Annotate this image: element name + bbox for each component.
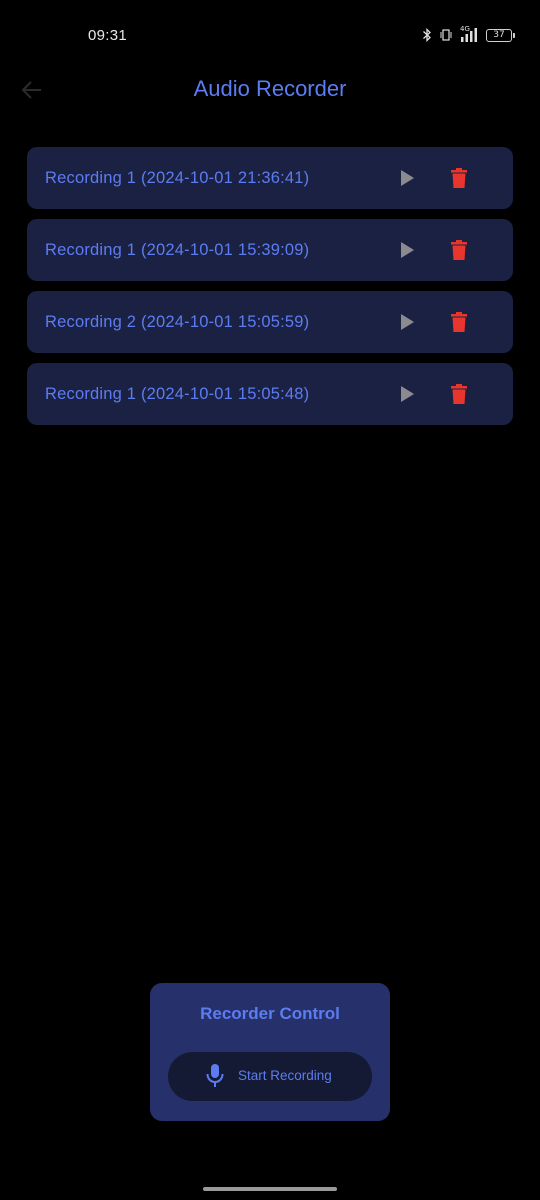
play-icon [401,386,414,402]
play-button[interactable] [391,378,423,410]
list-item[interactable]: Recording 1 (2024-10-01 15:05:48) [27,363,513,425]
play-button[interactable] [391,306,423,338]
bluetooth-icon [422,28,432,42]
page-title: Audio Recorder [193,76,347,101]
start-recording-button[interactable]: Start Recording [168,1052,372,1101]
recorder-control-panel: Recorder Control Start Recording [150,983,390,1121]
delete-button[interactable] [443,162,475,194]
vibrate-icon [440,28,452,42]
play-button[interactable] [391,162,423,194]
list-item[interactable]: Recording 1 (2024-10-01 15:39:09) [27,219,513,281]
play-icon [401,242,414,258]
recordings-list: Recording 1 (2024-10-01 21:36:41) Record… [27,147,513,435]
list-item[interactable]: Recording 2 (2024-10-01 15:05:59) [27,291,513,353]
recording-label: Recording 1 (2024-10-01 15:39:09) [45,241,310,259]
list-item[interactable]: Recording 1 (2024-10-01 21:36:41) [27,147,513,209]
battery-icon: 37 [486,28,515,42]
app-bar: Audio Recorder [0,62,540,118]
start-recording-label: Start Recording [238,1068,332,1083]
recording-label: Recording 1 (2024-10-01 21:36:41) [45,169,310,187]
status-time: 09:31 [88,27,128,44]
play-icon [401,314,414,330]
trash-icon [451,384,467,404]
play-button[interactable] [391,234,423,266]
recording-label: Recording 2 (2024-10-01 15:05:59) [45,313,310,331]
trash-icon [451,168,467,188]
recorder-control-title: Recorder Control [200,1004,340,1023]
delete-button[interactable] [443,306,475,338]
recording-label: Recording 1 (2024-10-01 15:05:48) [45,385,310,403]
trash-icon [451,312,467,332]
microphone-icon [206,1064,224,1087]
delete-button[interactable] [443,234,475,266]
play-icon [401,170,414,186]
network-type-label: 4G [460,25,470,33]
trash-icon [451,240,467,260]
signal-icon: 4G [460,25,478,42]
delete-button[interactable] [443,378,475,410]
battery-level: 37 [493,29,505,40]
home-indicator[interactable] [203,1187,337,1191]
status-icons: 4G 37 [422,25,515,42]
